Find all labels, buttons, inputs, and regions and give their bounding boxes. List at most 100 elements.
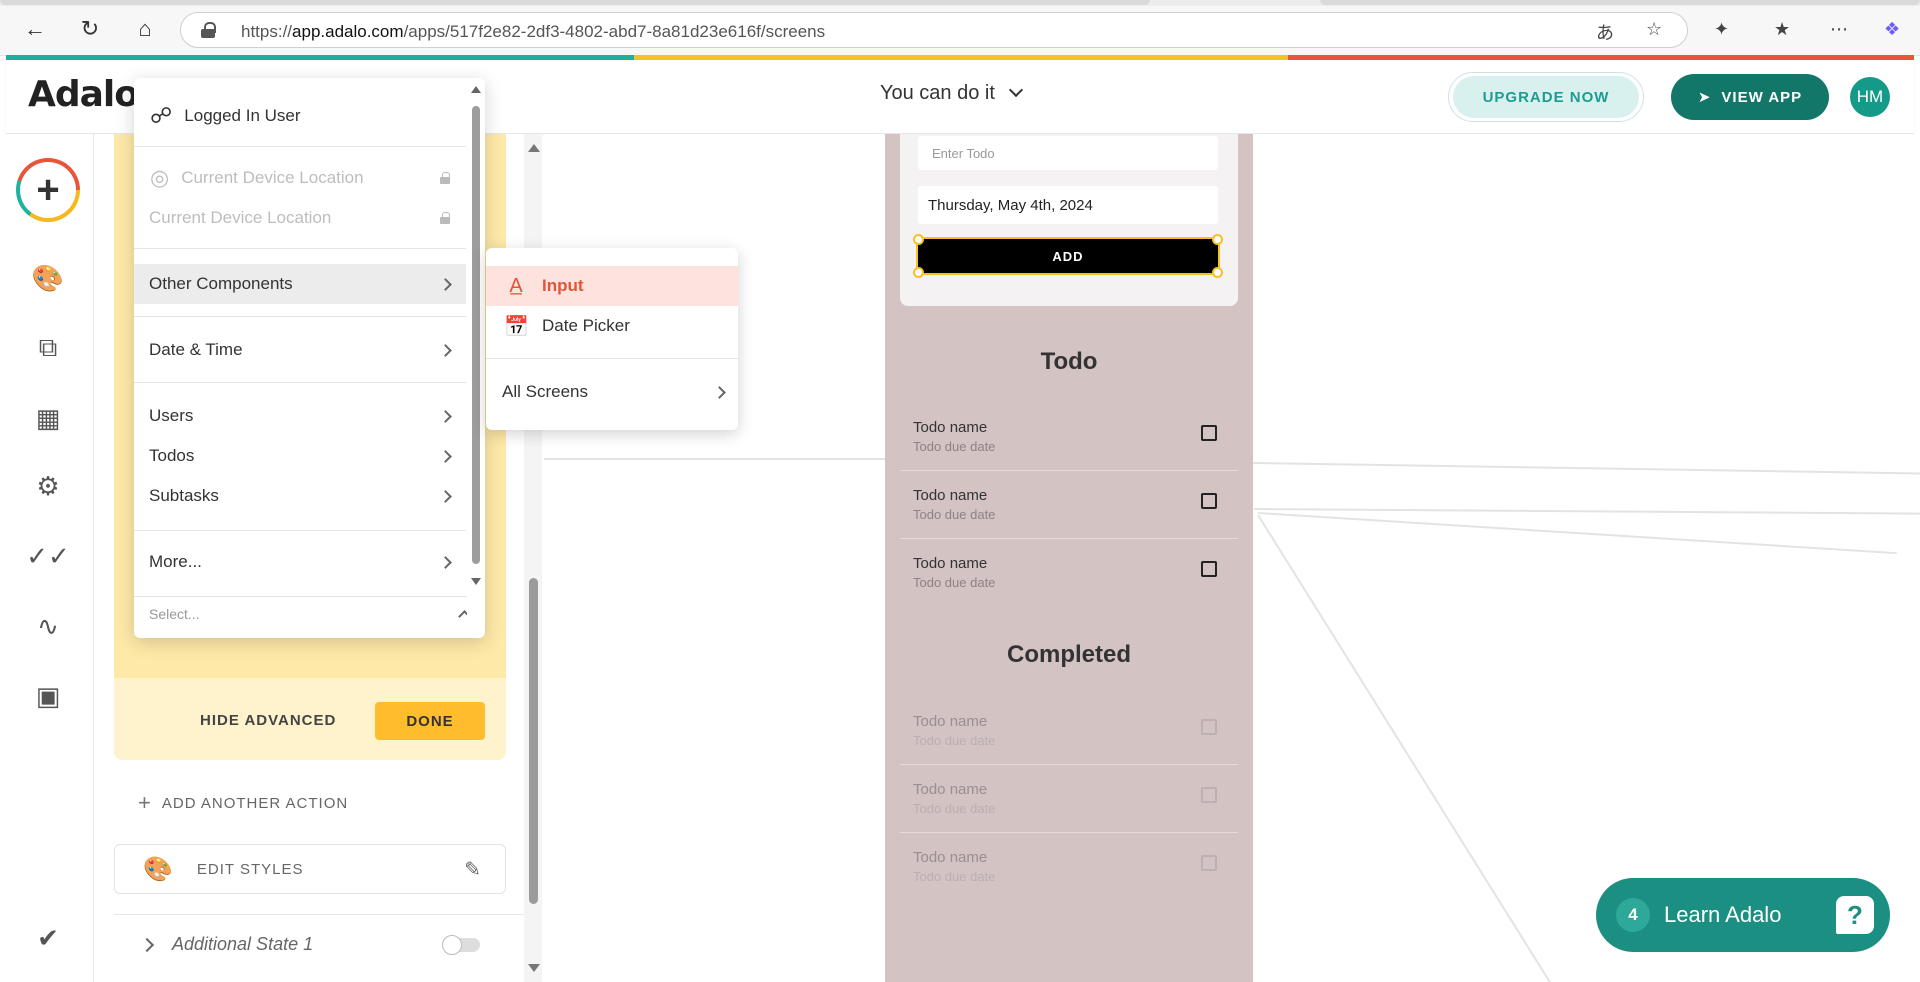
todo-due-date: Todo due date (913, 439, 996, 454)
app-switcher[interactable]: You can do it (880, 82, 1023, 105)
state-toggle[interactable] (442, 934, 480, 955)
analytics-icon[interactable]: ∿ (30, 608, 66, 644)
translate-icon[interactable]: あ (1596, 19, 1614, 45)
dropdown-item-current-device-location: ◎ Current Device Location (134, 158, 466, 198)
done-button[interactable]: DONE (375, 702, 485, 740)
todo-checkbox[interactable] (1201, 425, 1217, 441)
screens-icon[interactable]: ⧉ (30, 330, 66, 366)
plus-icon: + (138, 790, 152, 815)
chevron-right-icon (439, 489, 452, 503)
dropdown-item-users[interactable]: Users (134, 396, 466, 436)
submenu-item-all-screens[interactable]: All Screens (486, 372, 738, 412)
chevron-right-icon (713, 385, 726, 399)
back-icon[interactable]: ← (20, 14, 50, 44)
home-icon[interactable]: ⌂ (130, 14, 160, 44)
submenu-item-label: Date Picker (542, 316, 630, 335)
add-another-action-button[interactable]: + ADD ANOTHER ACTION (138, 790, 348, 816)
more-options-icon[interactable]: ⋯ (1830, 19, 1848, 40)
additional-state-row[interactable]: Additional State 1 (114, 914, 524, 974)
lock-icon (201, 22, 216, 38)
favorite-star-icon[interactable]: ☆ (1646, 19, 1662, 40)
dropdown-item-date-time[interactable]: Date & Time (134, 330, 466, 370)
todo-list-item[interactable]: Todo name Todo due date (900, 539, 1238, 607)
completed-list-item[interactable]: Todo name Todo due date (900, 765, 1238, 833)
text-input-icon: A̲ (509, 274, 523, 297)
dropdown-item-logged-in-user[interactable]: ☍ Logged In User (134, 94, 466, 138)
completed-list-item[interactable]: Todo name Todo due date (900, 697, 1238, 765)
dropdown-item-more[interactable]: More... (134, 542, 466, 582)
resize-handle[interactable] (913, 267, 924, 278)
todo-section-title: Todo (1040, 348, 1098, 375)
extensions-icon[interactable]: ✦ (1714, 19, 1729, 40)
view-app-button[interactable]: ➤ VIEW APP (1671, 74, 1829, 120)
todo-name: Todo name (913, 487, 988, 504)
hide-advanced-button[interactable]: HIDE ADVANCED (200, 712, 336, 729)
todo-checkbox[interactable] (1201, 493, 1217, 509)
edit-styles-label: EDIT STYLES (196, 860, 304, 878)
todo-due-date: Todo due date (913, 733, 996, 748)
dropdown-item-label: More... (149, 552, 202, 571)
completed-list-item[interactable]: Todo name Todo due date (900, 833, 1238, 901)
other-components-submenu: A̲ Input 📅 Date Picker All Screens (486, 248, 738, 430)
dropdown-scrollbar[interactable] (467, 78, 485, 638)
publish-check-icon[interactable]: ✓✓ (26, 538, 70, 574)
plus-icon: + (20, 162, 76, 218)
upgrade-now-label: UPGRADE NOW (1453, 76, 1639, 118)
address-bar[interactable]: https://app.adalo.com/apps/517f2e82-2df3… (180, 12, 1688, 48)
learn-adalo-button[interactable]: 4 Learn Adalo ? (1596, 878, 1890, 952)
dropdown-item-label: Other Components (149, 274, 293, 293)
todo-list-item[interactable]: Todo name Todo due date (900, 471, 1238, 539)
palette-icon: 🎨 (143, 855, 173, 883)
database-icon[interactable]: ▦ (30, 400, 66, 436)
edit-styles-button[interactable]: 🎨 EDIT STYLES ✎ (114, 844, 506, 894)
resize-handle[interactable] (913, 234, 924, 245)
branding-icon[interactable]: ▣ (30, 678, 66, 714)
palette-icon[interactable]: 🎨 (30, 260, 66, 296)
chevron-right-icon (439, 449, 452, 463)
dropdown-item-label: Logged In User (184, 106, 301, 125)
todo-name: Todo name (913, 849, 988, 866)
resize-handle[interactable] (1212, 267, 1223, 278)
submenu-item-label: Input (542, 276, 584, 295)
add-component-button[interactable]: + (16, 158, 80, 222)
calendar-clock-icon: 📅 (504, 315, 529, 338)
reload-icon[interactable]: ↻ (75, 14, 105, 44)
additional-state-label: Additional State 1 (172, 934, 314, 954)
adalo-logo[interactable]: Adalo (28, 74, 139, 115)
settings-gear-icon[interactable]: ⚙ (30, 468, 66, 504)
dropdown-item-other-components[interactable]: Other Components (134, 264, 466, 304)
todo-checkbox[interactable] (1201, 561, 1217, 577)
todo-due-date: Todo due date (913, 507, 996, 522)
dropdown-item-current-device-location: Current Device Location (134, 198, 466, 238)
upgrade-now-button[interactable]: UPGRADE NOW (1448, 72, 1644, 122)
dropdown-item-label: Todos (149, 446, 195, 465)
todo-checkbox[interactable] (1201, 855, 1217, 871)
completed-section-title: Completed (1006, 641, 1131, 668)
dropdown-item-label: Current Device Location (181, 168, 364, 187)
todo-name: Todo name (913, 781, 988, 798)
submenu-item-input[interactable]: A̲ Input (486, 266, 738, 306)
todo-list-item[interactable]: Todo name Todo due date (900, 403, 1238, 471)
resize-handle[interactable] (1212, 234, 1223, 245)
todo-checkbox[interactable] (1201, 719, 1217, 735)
todo-checkbox[interactable] (1201, 787, 1217, 803)
favorites-list-icon[interactable]: ★ (1774, 19, 1790, 40)
add-todo-button[interactable]: ADD (916, 237, 1220, 275)
avatar[interactable]: HM (1850, 77, 1890, 117)
pencil-icon: ✎ (464, 858, 481, 881)
rocket-icon: ➤ (1697, 89, 1712, 106)
copilot-icon[interactable]: ❖ (1884, 19, 1900, 40)
dropdown-item-label: Current Device Location (149, 208, 332, 227)
user-link-icon: ☍ (150, 103, 173, 128)
dropdown-item-todos[interactable]: Todos (134, 436, 466, 476)
todo-name: Todo name (913, 555, 988, 572)
location-target-icon: ◎ (150, 165, 170, 190)
date-picker-field[interactable]: Thursday, May 4th, 2024 (918, 186, 1218, 224)
help-chat-icon[interactable]: ? (1836, 896, 1874, 934)
select-placeholder[interactable]: Select... (149, 606, 200, 622)
verified-badge-icon[interactable]: ✔ (30, 920, 66, 956)
magic-text-dropdown: ☍ Logged In User ◎ Current Device Location… (134, 78, 485, 638)
submenu-item-date-picker[interactable]: 📅 Date Picker (486, 306, 738, 346)
todo-input[interactable]: Enter Todo (918, 136, 1218, 170)
dropdown-item-subtasks[interactable]: Subtasks (134, 476, 466, 516)
